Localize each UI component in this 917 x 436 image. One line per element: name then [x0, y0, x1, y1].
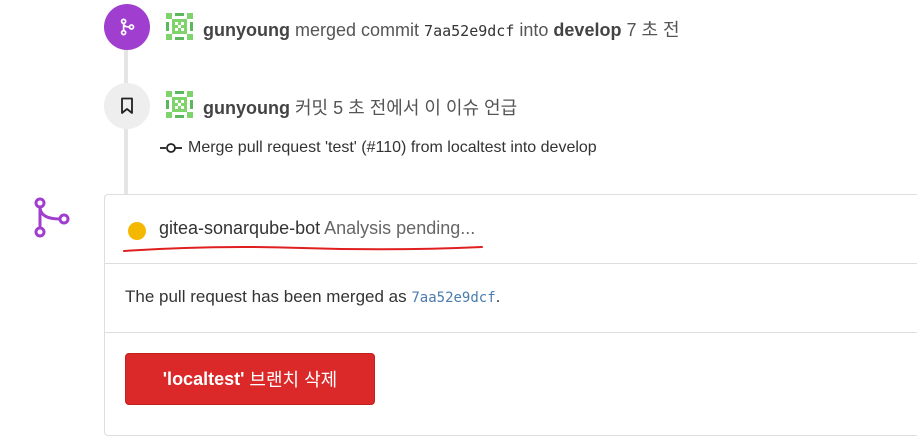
event-user[interactable]: gunyoung — [203, 20, 290, 40]
bot-name: gitea-sonarqube-bot — [159, 218, 321, 238]
event-description: 커밋 5 초 전에서 이 이슈 언급 — [295, 98, 518, 118]
merge-event-text: gunyoung merged commit 7aa52e9dcf into d… — [203, 16, 680, 42]
event-time: 7 초 전 — [626, 20, 680, 40]
referenced-commit: Merge pull request 'test' (#110) from lo… — [160, 139, 597, 157]
status-description[interactable]: Analysis pending... — [324, 218, 475, 238]
reference-badge — [104, 83, 150, 129]
avatar[interactable] — [166, 91, 193, 118]
git-commit-icon — [160, 143, 182, 153]
bookmark-icon — [121, 97, 133, 114]
commit-hash-link[interactable]: 7aa52e9dcf — [424, 22, 514, 40]
branch-name[interactable]: develop — [553, 20, 621, 40]
merged-message: The pull request has been merged as 7aa5… — [125, 287, 500, 307]
annotation-underline — [123, 246, 483, 252]
ci-status-text: gitea-sonarqube-bot Analysis pending... — [159, 218, 475, 239]
reference-event-text: gunyoung 커밋 5 초 전에서 이 이슈 언급 — [203, 94, 517, 120]
into-text: into — [519, 20, 549, 40]
pending-status-icon — [128, 222, 146, 240]
git-merge-icon — [34, 197, 70, 238]
merged-suffix: . — [495, 287, 501, 306]
merged-info-section: The pull request has been merged as 7aa5… — [105, 264, 917, 333]
merged-prefix: The pull request has been merged as — [125, 287, 407, 306]
merged-commit-link[interactable]: 7aa52e9dcf — [411, 290, 495, 306]
event-action: merged commit — [295, 20, 420, 40]
git-merge-icon — [120, 18, 135, 36]
avatar[interactable] — [166, 13, 193, 40]
commit-message-link[interactable]: Merge pull request 'test' (#110) from lo… — [188, 139, 597, 157]
button-label: 브랜치 삭제 — [249, 370, 338, 390]
merge-status-box: gitea-sonarqube-bot Analysis pending... … — [104, 194, 917, 436]
merge-badge — [104, 4, 150, 50]
ci-status-section: gitea-sonarqube-bot Analysis pending... — [105, 195, 917, 264]
event-user[interactable]: gunyoung — [203, 98, 290, 118]
delete-branch-button[interactable]: 'localtest' 브랜치 삭제 — [125, 353, 375, 405]
branch-name: 'localtest' — [162, 368, 245, 389]
